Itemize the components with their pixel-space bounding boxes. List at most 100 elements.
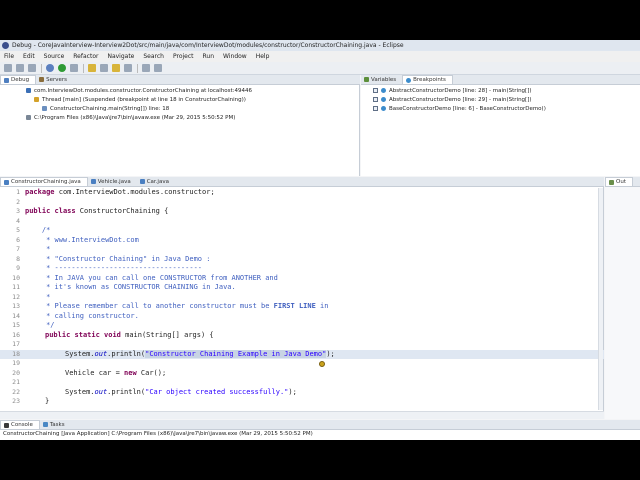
editor-tab-label: Vehicle.java (97, 178, 131, 185)
java-file-icon (139, 179, 145, 184)
line-number: 9 (16, 264, 20, 272)
line-number: 2 (16, 197, 20, 206)
new-icon[interactable] (4, 64, 12, 72)
code-line: 21 (0, 378, 604, 388)
tab-breakpoints[interactable]: Breakpoints (402, 75, 453, 84)
outline-view: Out (605, 177, 640, 419)
code-line: 13 * Please remember call to another con… (0, 302, 604, 312)
debug-tree: com.InterviewDot.modules.constructor.Con… (0, 86, 360, 122)
code-line: 4 (0, 217, 604, 227)
tree-item-process[interactable]: C:\Program Files (x86)\Java\jre7\bin\jav… (0, 113, 360, 122)
new-package-icon[interactable] (88, 64, 96, 72)
menu-refactor[interactable]: Refactor (73, 53, 98, 60)
breakpoint-row[interactable]: AbstractConstructorDemo [line: 28] - mai… (361, 86, 640, 95)
tab-outline-label: Out (616, 179, 626, 185)
line-number: 16 (12, 330, 20, 339)
line-number: 6 (16, 235, 20, 244)
tree-item-target[interactable]: com.InterviewDot.modules.constructor.Con… (0, 86, 360, 95)
tab-outline[interactable]: Out (605, 177, 633, 186)
tab-variables-label: Variables (371, 76, 397, 83)
open-type-icon[interactable] (112, 64, 120, 72)
code-line: 22 System.out.println("Car object created… (0, 388, 604, 398)
breakpoint-list: AbstractConstructorDemo [line: 28] - mai… (361, 86, 640, 113)
breakpoint-icon (406, 77, 412, 83)
editor-horizontal-scrollbar[interactable] (0, 411, 604, 419)
line-number: 22 (12, 387, 20, 396)
search-icon[interactable] (124, 64, 132, 72)
current-line: 18 System.out.println("Constructor Chaini… (0, 349, 604, 359)
line-number: 12 (12, 292, 20, 301)
line-number: 21 (12, 378, 20, 386)
tab-debug[interactable]: Debug (0, 75, 37, 84)
menu-window[interactable]: Window (223, 53, 247, 60)
process-icon (26, 115, 31, 120)
debug-view: Debug Servers com.InterviewDot.modules.c… (0, 75, 360, 176)
menu-run[interactable]: Run (203, 53, 215, 60)
breakpoint-label: AbstractConstructorDemo [line: 29] - mai… (389, 96, 532, 103)
tree-item-label: Thread [main] (Suspended (breakpoint at … (42, 96, 246, 103)
debug-tab-strip: Debug Servers (0, 75, 360, 85)
tab-breakpoints-label: Breakpoints (413, 77, 446, 83)
menu-search[interactable]: Search (143, 53, 164, 60)
new-class-icon[interactable] (100, 64, 108, 72)
bug-icon (4, 77, 9, 83)
tab-variables[interactable]: Variables (361, 75, 402, 84)
tab-debug-label: Debug (11, 77, 30, 83)
toolbar-divider (137, 63, 138, 73)
tree-item-thread[interactable]: Thread [main] (Suspended (breakpoint at … (0, 95, 360, 104)
tab-vehicle-java[interactable]: Vehicle.java (88, 177, 137, 186)
console-tab-strip: Console Tasks (0, 420, 640, 430)
menu-bar: File Edit Source Refactor Navigate Searc… (0, 51, 640, 62)
code-editor: ConstructorChaining.java Vehicle.java Ca… (0, 177, 604, 419)
tab-servers-label: Servers (46, 76, 67, 83)
console-icon (4, 422, 9, 428)
menu-navigate[interactable]: Navigate (107, 53, 134, 60)
line-number: 1 (16, 188, 20, 196)
breakpoint-checkbox[interactable] (373, 97, 378, 102)
breakpoint-checkbox[interactable] (373, 88, 378, 93)
breakpoint-label: BaseConstructorDemo [line: 6] - BaseCons… (389, 105, 546, 112)
code-line: 19 (0, 359, 604, 369)
breakpoint-checkbox[interactable] (373, 106, 378, 111)
outline-icon (609, 179, 614, 185)
code-area[interactable]: 1 package com.InterviewDot.modules.constr… (0, 188, 604, 410)
external-tools-icon[interactable] (70, 64, 78, 72)
line-number: 8 (16, 254, 20, 263)
window-title: Debug - CoreJavaInterview-Interview2Dot/… (12, 42, 404, 49)
code-line: 10 * In JAVA you can call one CONSTRUCTO… (0, 274, 604, 284)
title-bar: Debug - CoreJavaInterview-Interview2Dot/… (0, 40, 640, 51)
code-line: 5 /* (0, 226, 604, 236)
line-number: 17 (12, 340, 20, 348)
tasks-icon (42, 422, 48, 427)
editor-tab-label: ConstructorChaining.java (11, 179, 81, 185)
menu-help[interactable]: Help (256, 53, 270, 60)
code-line: 16 public static void main(String[] args)… (0, 331, 604, 341)
tab-tasks[interactable]: Tasks (40, 420, 71, 429)
tab-console[interactable]: Console (0, 420, 40, 429)
breakpoint-row[interactable]: BaseConstructorDemo [line: 6] - BaseCons… (361, 104, 640, 113)
outline-tab-strip: Out (605, 177, 640, 187)
tree-item-stack-frame[interactable]: ConstructorChaining.main(String[]) line:… (0, 104, 360, 113)
console-view: Console Tasks ConstructorChaining [Java … (0, 420, 640, 440)
menu-edit[interactable]: Edit (23, 53, 35, 60)
debug-icon[interactable] (46, 64, 54, 72)
line-number: 3 (16, 207, 20, 215)
breakpoint-row[interactable]: AbstractConstructorDemo [line: 29] - mai… (361, 95, 640, 104)
menu-project[interactable]: Project (173, 53, 194, 60)
tab-constructorchaining-java[interactable]: ConstructorChaining.java (0, 177, 88, 186)
save-icon[interactable] (16, 64, 24, 72)
line-number: 20 (12, 368, 20, 377)
code-line: 7 * (0, 245, 604, 255)
print-icon[interactable] (28, 64, 36, 72)
menu-file[interactable]: File (4, 53, 14, 60)
line-number: 11 (12, 283, 20, 291)
run-icon[interactable] (58, 64, 66, 72)
tab-servers[interactable]: Servers (36, 75, 73, 84)
server-icon (39, 77, 45, 82)
back-icon[interactable] (142, 64, 150, 72)
menu-source[interactable]: Source (44, 53, 65, 60)
tab-car-java[interactable]: Car.java (137, 177, 175, 186)
line-number: 4 (16, 216, 20, 225)
editor-vertical-scrollbar[interactable] (598, 188, 603, 410)
forward-icon[interactable] (154, 64, 162, 72)
